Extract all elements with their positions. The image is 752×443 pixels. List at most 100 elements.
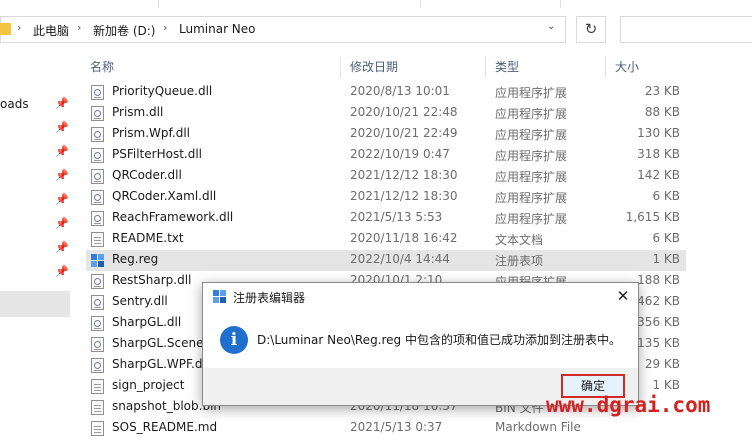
file-row[interactable]: Prism.dll 2020/10/21 22:48 应用程序扩展 88 KB <box>86 103 686 124</box>
file-size: 6 KB <box>652 189 680 203</box>
column-divider[interactable] <box>605 56 606 78</box>
file-row[interactable]: QRCoder.Xaml.dll 2021/12/12 18:30 应用程序扩展 6 … <box>86 187 686 208</box>
file-size: 462 KB <box>637 294 680 308</box>
dll-icon <box>91 211 104 226</box>
registry-editor-dialog: 注册表编辑器 ✕ i D:\Luminar Neo\Reg.reg 中包含的项和… <box>202 282 639 406</box>
file-row[interactable]: PSFilterHost.dll 2022/10/19 0:47 应用程序扩展 318… <box>86 145 686 166</box>
file-icon <box>91 421 104 436</box>
file-type: 应用程序扩展 <box>495 212 568 226</box>
file-date: 2021/12/12 18:30 <box>350 189 458 203</box>
file-row[interactable]: SOS_README.md 2021/5/13 0:37 Markdown File <box>86 418 686 439</box>
pin-icon: 📌 <box>55 169 69 182</box>
file-size: 1 KB <box>652 378 680 392</box>
column-header-type[interactable]: 类型 <box>495 58 519 75</box>
file-type: 应用程序扩展 <box>495 170 568 184</box>
column-header: 名称 修改日期 类型 大小 <box>82 56 752 78</box>
file-name: SharpGL.dll <box>112 315 182 329</box>
folder-icon <box>0 23 11 35</box>
chevron-down-icon[interactable]: ⌄ <box>547 21 555 32</box>
nav-item-selected[interactable] <box>0 291 70 317</box>
dll-icon <box>91 337 104 352</box>
dll-icon <box>91 106 104 121</box>
file-size: 318 KB <box>637 147 680 161</box>
breadcrumb-this-pc[interactable]: 此电脑 <box>33 22 69 39</box>
file-name: PSFilterHost.dll <box>112 147 202 161</box>
file-size: 356 KB <box>637 315 680 329</box>
breadcrumb-separator: › <box>77 21 82 34</box>
file-row[interactable]: Prism.Wpf.dll 2020/10/21 22:49 应用程序扩展 130 K… <box>86 124 686 145</box>
nav-item-pinned[interactable]: 📌 <box>0 191 72 211</box>
file-size: 130 KB <box>637 126 680 140</box>
file-name: sign_project <box>112 378 185 392</box>
ribbon-divider <box>158 0 159 8</box>
file-name: QRCoder.dll <box>112 168 182 182</box>
file-date: 2020/8/13 10:01 <box>350 84 450 98</box>
file-size: 1 KB <box>652 252 680 266</box>
nav-item-pinned[interactable]: 📌 <box>0 263 72 283</box>
nav-item-pinned[interactable]: 📌 <box>0 143 72 163</box>
file-name: QRCoder.Xaml.dll <box>112 189 217 203</box>
file-type: 应用程序扩展 <box>495 86 568 100</box>
dll-icon <box>91 148 104 163</box>
file-row[interactable]: README.txt 2020/11/18 16:42 文本文档 6 KB <box>86 229 686 250</box>
column-divider[interactable] <box>485 56 486 78</box>
file-type: Markdown File <box>495 420 581 434</box>
breadcrumb-separator: › <box>163 21 168 34</box>
registry-editor-icon <box>213 290 227 304</box>
file-date: 2021/5/13 0:37 <box>350 420 443 434</box>
breadcrumb-luminar-neo[interactable]: Luminar Neo <box>179 22 256 36</box>
nav-item-pinned[interactable]: 📌 <box>0 167 72 187</box>
info-icon: i <box>220 326 248 354</box>
file-name: RestSharp.dll <box>112 273 192 287</box>
nav-item-pinned[interactable]: 📌 <box>0 215 72 235</box>
column-header-name[interactable]: 名称 <box>90 58 114 75</box>
dll-icon <box>91 316 104 331</box>
file-size: 29 KB <box>644 357 680 371</box>
file-row[interactable]: Reg.reg 2022/10/4 14:44 注册表项 1 KB <box>86 250 686 271</box>
file-size: 6 KB <box>652 231 680 245</box>
ribbon-divider <box>560 0 561 8</box>
file-size: 135 KB <box>637 336 680 350</box>
file-type: 文本文档 <box>495 233 544 247</box>
file-date: 2020/11/18 16:42 <box>350 231 458 245</box>
nav-item-label: oads <box>0 97 29 111</box>
dll-icon <box>91 85 104 100</box>
pin-icon: 📌 <box>55 241 69 254</box>
file-row[interactable]: PriorityQueue.dll 2020/8/13 10:01 应用程序扩展 23… <box>86 82 686 103</box>
file-name: Reg.reg <box>112 252 159 266</box>
dll-icon <box>91 169 104 184</box>
file-size: 88 KB <box>644 105 680 119</box>
dll-icon <box>91 358 104 373</box>
file-date: 2020/10/21 22:48 <box>350 105 458 119</box>
pin-icon: 📌 <box>55 217 69 230</box>
dll-icon <box>91 274 104 289</box>
breadcrumb-drive-d[interactable]: 新加卷 (D:) <box>93 22 155 39</box>
column-header-date[interactable]: 修改日期 <box>350 58 398 75</box>
column-divider[interactable] <box>340 56 341 78</box>
nav-item-pinned[interactable]: 📌 <box>0 119 72 139</box>
watermark: www.dgrai.com <box>546 393 711 417</box>
file-name: Prism.Wpf.dll <box>112 126 190 140</box>
search-input[interactable] <box>620 16 752 43</box>
file-type: 应用程序扩展 <box>495 149 568 163</box>
file-row[interactable]: ReachFramework.dll 2021/5/13 5:53 应用程序扩展 1,… <box>86 208 686 229</box>
file-row[interactable]: QRCoder.dll 2021/12/12 18:30 应用程序扩展 142 KB <box>86 166 686 187</box>
file-name: Prism.dll <box>112 105 164 119</box>
file-name: Sentry.dll <box>112 294 168 308</box>
file-name: ReachFramework.dll <box>112 210 234 224</box>
address-box[interactable]: › 此电脑 › 新加卷 (D:) › Luminar Neo ⌄ <box>0 16 566 43</box>
nav-item-pinned[interactable]: 📌 <box>0 239 72 259</box>
dll-icon <box>91 190 104 205</box>
dll-icon <box>91 127 104 142</box>
file-type: 应用程序扩展 <box>495 128 568 142</box>
dll-icon <box>91 295 104 310</box>
file-icon <box>91 379 104 394</box>
nav-item-downloads[interactable]: oads 📌 <box>0 95 72 115</box>
column-header-size[interactable]: 大小 <box>615 58 639 75</box>
refresh-button[interactable]: ↻ <box>576 16 606 43</box>
file-size: 142 KB <box>637 168 680 182</box>
file-name: SOS_README.md <box>112 420 218 434</box>
file-date: 2021/12/12 18:30 <box>350 168 458 182</box>
close-icon[interactable]: ✕ <box>613 287 633 305</box>
file-type: 注册表项 <box>495 254 544 268</box>
